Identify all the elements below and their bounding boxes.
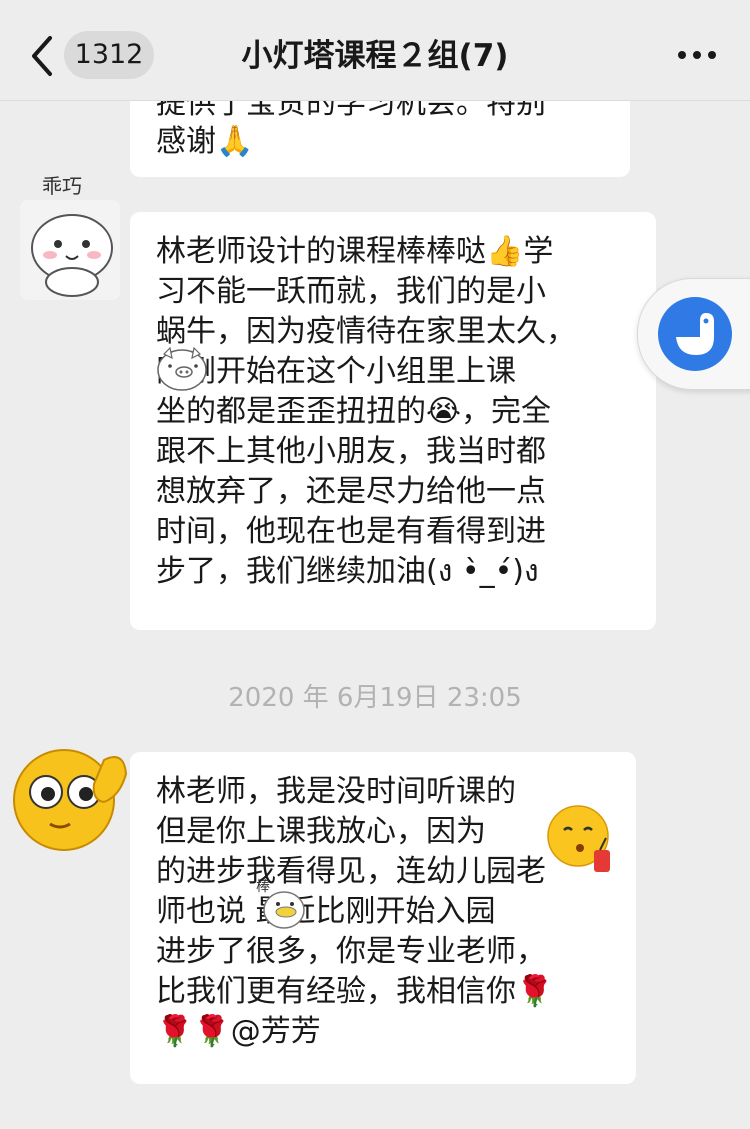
back-button[interactable] xyxy=(22,28,62,84)
message-line: 时间，他现在也是有看得到进 xyxy=(156,514,546,549)
sticker-tag: 棒 xyxy=(256,879,270,895)
message-line: 步了，我们继续加油(ง •̀_•́)ง xyxy=(156,554,539,589)
message-text: 感谢🙏 xyxy=(156,124,254,159)
message-line: 刚刚开始在这个小组里上课 xyxy=(156,354,516,389)
message-line: 林老师，我是没时间听课的 xyxy=(156,774,516,809)
message-line: 🌹🌹@芳芳 xyxy=(156,1014,321,1049)
message-line: 进步了很多，你是专业老师， xyxy=(156,934,546,969)
floating-assistant-button[interactable] xyxy=(637,278,750,390)
cute-bun-avatar-icon xyxy=(31,214,113,297)
chat-title: 小灯塔课程２组(7) xyxy=(241,38,509,74)
message-bubble[interactable]: 林老师设计的课程棒棒哒👍学 习不能一跃而就，我们的是小 蜗牛，因为疫情待在家里太… xyxy=(130,212,656,630)
avatar[interactable] xyxy=(20,200,120,300)
nav-bar: 1312 小灯塔课程２组(7) xyxy=(0,0,750,101)
message-line: 蜗牛，因为疫情待在家里太久， xyxy=(156,314,576,349)
message-line: 习不能一跃而就，我们的是小 xyxy=(156,274,546,309)
message-line: 师也说 最近比刚开始入园 xyxy=(156,894,496,929)
message-line: 想放弃了，还是尽力给他一点 xyxy=(156,474,546,509)
message-line: 林老师设计的课程棒棒哒👍学 xyxy=(156,234,554,269)
duck-sticker-icon: 棒 xyxy=(256,880,308,934)
timestamp: 2020 年 6月19日 23:05 xyxy=(228,683,522,713)
thinking-emoji-avatar-icon xyxy=(13,749,128,851)
kissing-drink-emoji-icon xyxy=(544,800,618,880)
avatar[interactable] xyxy=(8,740,132,858)
message-line: 比我们更有经验，我相信你🌹 xyxy=(156,974,554,1009)
floating-bird-icon xyxy=(658,297,732,371)
message-line: 跟不上其他小朋友，我当时都 xyxy=(156,434,546,469)
sender-nickname: 乖巧 xyxy=(42,174,82,198)
chevron-left-icon xyxy=(32,36,52,76)
message-line: 坐的都是歪歪扭扭的😭，完全 xyxy=(156,394,552,429)
unread-count-badge[interactable]: 1312 xyxy=(64,31,154,79)
message-line: 但是你上课我放心，因为 xyxy=(156,814,486,849)
pig-sticker-icon xyxy=(156,346,208,392)
message-line: 的进步我看得见，连幼儿园老 xyxy=(156,854,546,889)
more-button[interactable] xyxy=(672,40,722,70)
more-dots-icon xyxy=(678,51,716,59)
